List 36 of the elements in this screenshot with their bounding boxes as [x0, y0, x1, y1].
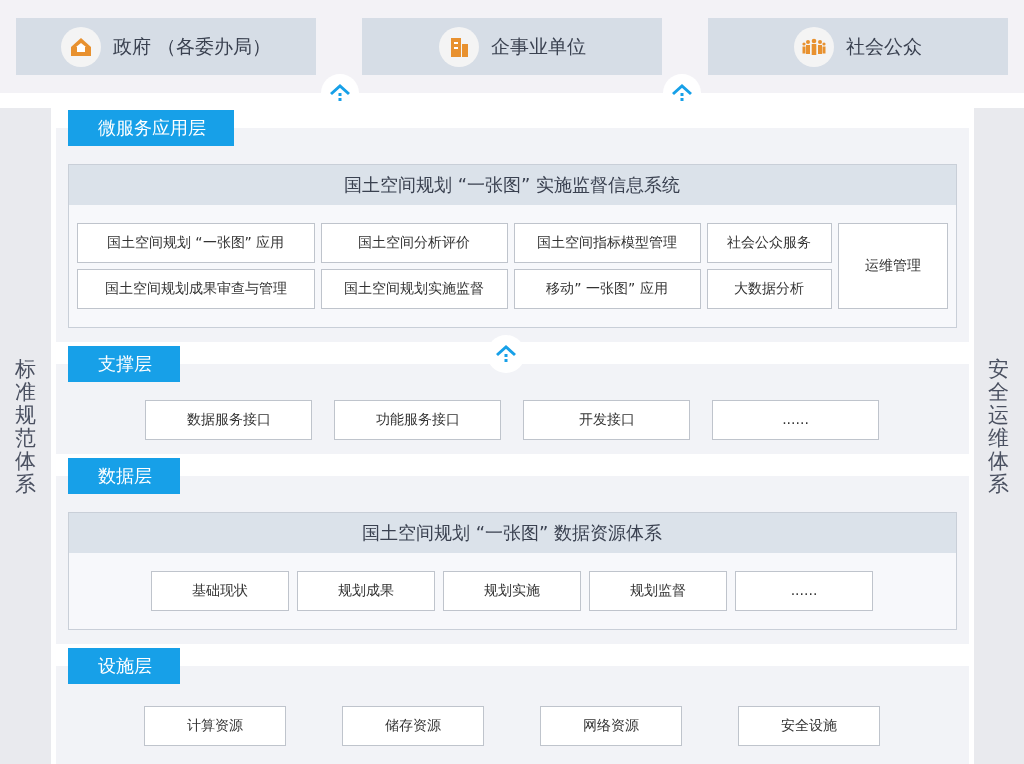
module-box: 安全设施 [738, 706, 880, 746]
module-box: 规划监督 [589, 571, 727, 611]
side-title: 安全运维体系 [988, 358, 1010, 499]
module-box: 运维管理 [837, 223, 948, 309]
layer-label: 数据层 [67, 458, 180, 494]
module-box: 社会公众服务 [706, 223, 832, 263]
module-box: 国土空间分析评价 [320, 223, 508, 263]
module-box: 基础现状 [151, 571, 289, 611]
module-box: 网络资源 [540, 706, 682, 746]
system-title: 国土空间规划 “一张图” 数据资源体系 [68, 513, 956, 553]
module-box: 规划实施 [443, 571, 581, 611]
house-icon [60, 26, 101, 67]
module-box: 移动” 一张图” 应用 [513, 269, 701, 309]
module-box: 国土空间规划成果审查与管理 [76, 269, 315, 309]
layer-label: 微服务应用层 [67, 110, 234, 146]
side-title: 标准规范体系 [14, 358, 36, 499]
user-group-label: 社会公众 [846, 33, 922, 59]
module-box: 国土空间规划实施监督 [320, 269, 508, 309]
module-box: 计算资源 [144, 706, 286, 746]
module-box: ...... [712, 400, 879, 440]
user-group-label: 企事业单位 [490, 33, 586, 59]
module-box: 国土空间指标模型管理 [513, 223, 701, 263]
module-box: 储存资源 [342, 706, 484, 746]
system-title: 国土空间规划 “一张图” 实施监督信息系统 [68, 165, 956, 205]
module-box: 开发接口 [523, 400, 690, 440]
module-box: ...... [735, 571, 873, 611]
user-group-label: 政府 （各委办局） [112, 33, 271, 59]
module-box: 大数据分析 [706, 269, 832, 309]
layer-label: 设施层 [67, 648, 180, 684]
module-box: 规划成果 [297, 571, 435, 611]
layer-label: 支撑层 [67, 346, 180, 382]
building-icon [438, 26, 479, 67]
module-box: 功能服务接口 [334, 400, 501, 440]
module-box: 数据服务接口 [145, 400, 312, 440]
people-icon [794, 26, 834, 67]
module-box: 国土空间规划 “一张图” 应用 [76, 223, 315, 263]
